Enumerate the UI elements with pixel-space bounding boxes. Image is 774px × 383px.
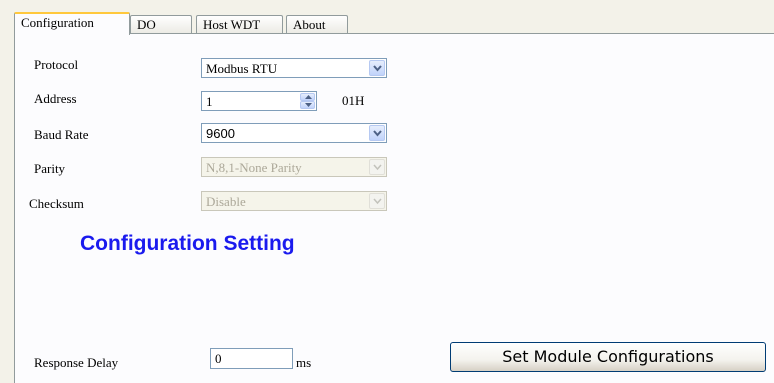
tab-host-wdt[interactable]: Host WDT [196, 15, 283, 33]
chevron-down-icon[interactable] [369, 60, 385, 76]
parity-value: N,8,1-None Parity [206, 160, 302, 175]
parity-label: Parity [34, 161, 66, 176]
protocol-value: Modbus RTU [206, 61, 278, 76]
tab-configuration[interactable]: Configuration [14, 12, 130, 35]
tab-do-label: DO [137, 17, 156, 32]
address-spinner[interactable]: 1 [201, 91, 317, 111]
spin-up-icon[interactable] [300, 93, 315, 101]
tab-about[interactable]: About [286, 15, 348, 33]
tab-do[interactable]: DO [130, 15, 192, 33]
checksum-label: Checksum [29, 196, 84, 211]
address-hex: 01H [342, 93, 365, 108]
tab-configuration-label: Configuration [21, 15, 94, 30]
set-module-configurations-button[interactable]: Set Module Configurations [450, 342, 766, 372]
baud-rate-label: Baud Rate [34, 127, 89, 142]
tab-strip: Configuration DO Host WDT About [14, 12, 774, 35]
protocol-select[interactable]: Modbus RTU [201, 58, 387, 78]
tab-host-wdt-label: Host WDT [203, 17, 261, 32]
response-delay-input[interactable]: 0 [210, 348, 293, 369]
address-label: Address [34, 91, 77, 106]
configuration-panel [14, 33, 774, 383]
response-delay-label: Response Delay [34, 355, 119, 370]
parity-select: N,8,1-None Parity [201, 157, 387, 177]
checksum-value: Disable [206, 194, 246, 209]
baud-rate-select[interactable]: 9600 [201, 123, 387, 143]
response-delay-value: 0 [215, 351, 222, 366]
address-value: 1 [206, 94, 213, 109]
tab-about-label: About [293, 17, 326, 32]
configuration-setting-heading: Configuration Setting [80, 232, 295, 255]
checksum-select: Disable [201, 191, 387, 211]
chevron-down-icon [369, 193, 385, 209]
chevron-down-icon [369, 159, 385, 175]
baud-rate-value: 9600 [206, 126, 235, 141]
spin-down-icon[interactable] [300, 101, 315, 109]
response-delay-unit: ms [296, 355, 312, 370]
protocol-label: Protocol [34, 57, 79, 72]
chevron-down-icon[interactable] [369, 125, 385, 141]
